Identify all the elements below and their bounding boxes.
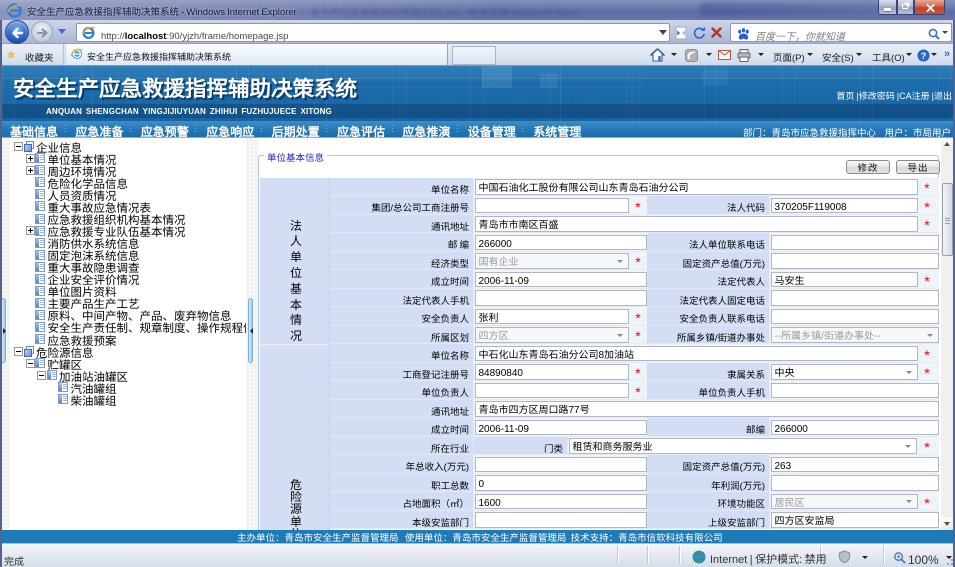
svg-text:?: ? xyxy=(921,49,927,62)
